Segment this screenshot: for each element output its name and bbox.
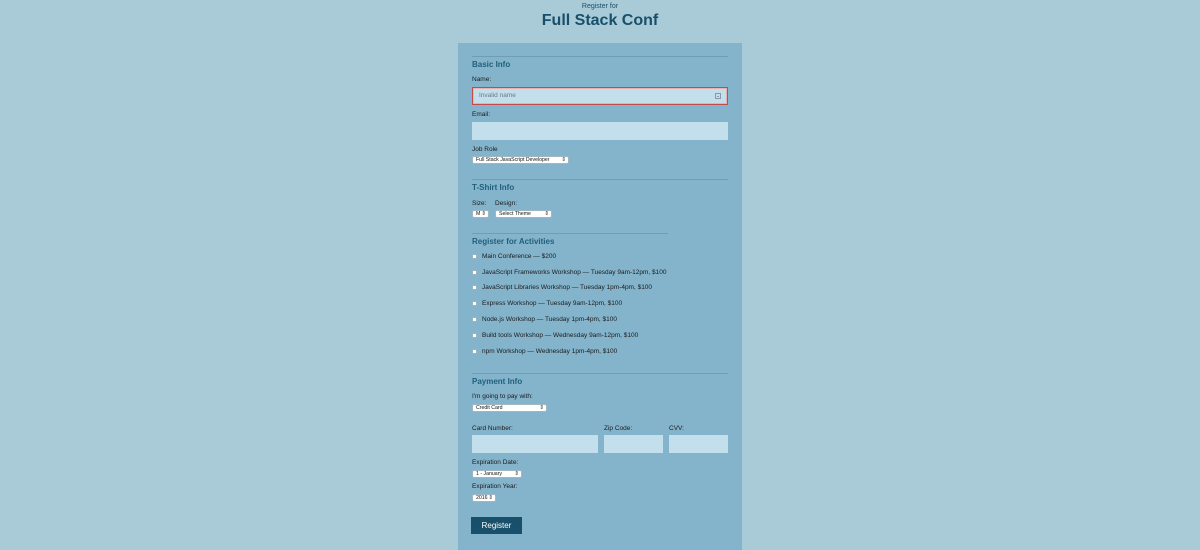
payment-method-label: I'm going to pay with: (472, 393, 533, 400)
payment-heading: Payment Info (472, 377, 523, 386)
expiration-month-select[interactable]: 1 - January ⇕ (472, 470, 522, 478)
activity-label: Node.js Workshop — Tuesday 1pm-4pm, $100 (482, 316, 618, 323)
contact-card-icon[interactable] (715, 93, 721, 99)
expiration-year-value: 2016 (476, 495, 488, 501)
page-title: Full Stack Conf (541, 12, 659, 29)
zip-code-input[interactable] (604, 435, 663, 453)
size-select[interactable]: M ⇕ (472, 210, 489, 218)
activities-heading: Register for Activities (472, 237, 555, 246)
page-kicker: Register for (581, 3, 619, 10)
registration-form: Basic Info Name: Invalid name Email: Job… (458, 43, 742, 550)
register-button[interactable]: Register (471, 517, 522, 534)
activity-label: JavaScript Frameworks Workshop — Tuesday… (482, 269, 667, 276)
name-input[interactable]: Invalid name (472, 87, 728, 105)
design-value: Select Theme (499, 211, 531, 217)
card-number-label: Card Number: (472, 425, 513, 432)
size-value: M (476, 211, 481, 217)
select-arrow-icon: ⇕ (481, 211, 486, 217)
activity-label: JavaScript Libraries Workshop — Tuesday … (482, 284, 653, 291)
activity-label: Main Conference — $200 (482, 253, 557, 260)
size-label: Size: (472, 200, 487, 207)
job-role-value: Full Stack JavaScript Developer (476, 157, 550, 163)
section-divider (472, 179, 728, 180)
activity-checkbox[interactable] (472, 254, 477, 259)
payment-method-select[interactable]: Credit Card ⇕ (472, 404, 547, 412)
cvv-input[interactable] (669, 435, 728, 453)
activity-label: npm Workshop — Wednesday 1pm-4pm, $100 (482, 348, 618, 355)
select-arrow-icon: ⇕ (561, 157, 566, 163)
select-arrow-icon: ⇕ (488, 495, 493, 501)
expiration-year-select[interactable]: 2016 ⇕ (472, 494, 496, 502)
section-divider (472, 56, 728, 57)
activity-checkbox[interactable] (472, 270, 477, 275)
select-arrow-icon: ⇕ (514, 471, 519, 477)
basic-info-heading: Basic Info (472, 60, 511, 69)
job-role-label: Job Role (472, 146, 498, 153)
zip-code-label: Zip Code: (604, 425, 633, 432)
activity-checkbox[interactable] (472, 333, 477, 338)
expiration-month-value: 1 - January (476, 471, 502, 477)
expiration-date-label: Expiration Date: (472, 459, 519, 466)
section-divider (472, 373, 728, 374)
page-header: Register for Full Stack Conf (0, 0, 1200, 30)
select-arrow-icon: ⇕ (544, 211, 549, 217)
design-label: Design: (495, 200, 518, 207)
design-select[interactable]: Select Theme ⇕ (495, 210, 552, 218)
cvv-label: CVV: (669, 425, 684, 432)
activity-label: Build tools Workshop — Wednesday 9am-12p… (482, 332, 639, 339)
job-role-select[interactable]: Full Stack JavaScript Developer ⇕ (472, 156, 569, 164)
name-placeholder: Invalid name (479, 92, 516, 99)
email-input[interactable] (472, 122, 728, 140)
payment-method-value: Credit Card (476, 405, 503, 411)
activity-checkbox[interactable] (472, 317, 477, 322)
activity-checkbox[interactable] (472, 285, 477, 290)
expiration-year-label: Expiration Year: (472, 483, 518, 490)
activity-checkbox[interactable] (472, 301, 477, 306)
email-label: Email: (472, 111, 491, 118)
card-number-input[interactable] (472, 435, 598, 453)
tshirt-heading: T-Shirt Info (472, 183, 515, 192)
activity-checkbox[interactable] (472, 349, 477, 354)
select-arrow-icon: ⇕ (539, 405, 544, 411)
activity-label: Express Workshop — Tuesday 9am-12pm, $10… (482, 300, 623, 307)
section-divider (472, 233, 668, 234)
name-label: Name: (472, 76, 492, 83)
